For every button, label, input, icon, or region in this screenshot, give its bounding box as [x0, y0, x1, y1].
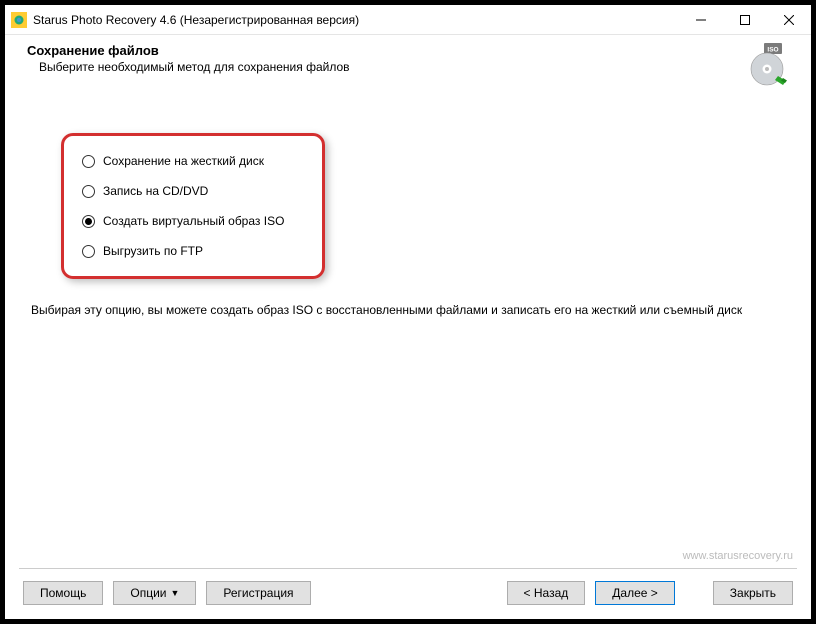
page-title: Сохранение файлов	[27, 43, 735, 58]
radio-label: Создать виртуальный образ ISO	[103, 214, 284, 228]
radio-burn-cd[interactable]: Запись на CD/DVD	[82, 184, 294, 198]
content-area: Сохранение на жесткий диск Запись на CD/…	[5, 99, 811, 568]
close-wizard-button[interactable]: Закрыть	[713, 581, 793, 605]
window-controls	[679, 5, 811, 35]
chevron-down-icon: ▼	[170, 588, 179, 598]
close-button[interactable]	[767, 5, 811, 35]
back-button[interactable]: < Назад	[507, 581, 586, 605]
radio-icon	[82, 185, 95, 198]
iso-disc-icon: ISO	[745, 43, 789, 87]
watermark: www.starusrecovery.ru	[683, 550, 793, 562]
register-button[interactable]: Регистрация	[206, 581, 310, 605]
radio-label: Выгрузить по FTP	[103, 244, 203, 258]
help-button[interactable]: Помощь	[23, 581, 103, 605]
radio-label: Сохранение на жесткий диск	[103, 154, 264, 168]
save-method-options: Сохранение на жесткий диск Запись на CD/…	[61, 133, 325, 279]
maximize-button[interactable]	[723, 5, 767, 35]
options-button-label: Опции	[130, 586, 166, 600]
radio-icon	[82, 245, 95, 258]
radio-upload-ftp[interactable]: Выгрузить по FTP	[82, 244, 294, 258]
radio-label: Запись на CD/DVD	[103, 184, 208, 198]
option-description: Выбирая эту опцию, вы можете создать обр…	[31, 303, 785, 317]
options-button[interactable]: Опции ▼	[113, 581, 196, 605]
radio-icon	[82, 155, 95, 168]
titlebar: Starus Photo Recovery 4.6 (Незарегистрир…	[5, 5, 811, 35]
wizard-header: Сохранение файлов Выберите необходимый м…	[5, 35, 811, 99]
svg-text:ISO: ISO	[767, 47, 778, 54]
page-subtitle: Выберите необходимый метод для сохранени…	[39, 60, 735, 74]
app-icon	[11, 12, 27, 28]
button-bar: Помощь Опции ▼ Регистрация < Назад Далее…	[5, 569, 811, 619]
minimize-button[interactable]	[679, 5, 723, 35]
application-window: Starus Photo Recovery 4.6 (Незарегистрир…	[5, 5, 811, 619]
radio-save-hdd[interactable]: Сохранение на жесткий диск	[82, 154, 294, 168]
next-button[interactable]: Далее >	[595, 581, 675, 605]
titlebar-title: Starus Photo Recovery 4.6 (Незарегистрир…	[33, 13, 679, 27]
radio-icon	[82, 215, 95, 228]
radio-create-iso[interactable]: Создать виртуальный образ ISO	[82, 214, 294, 228]
